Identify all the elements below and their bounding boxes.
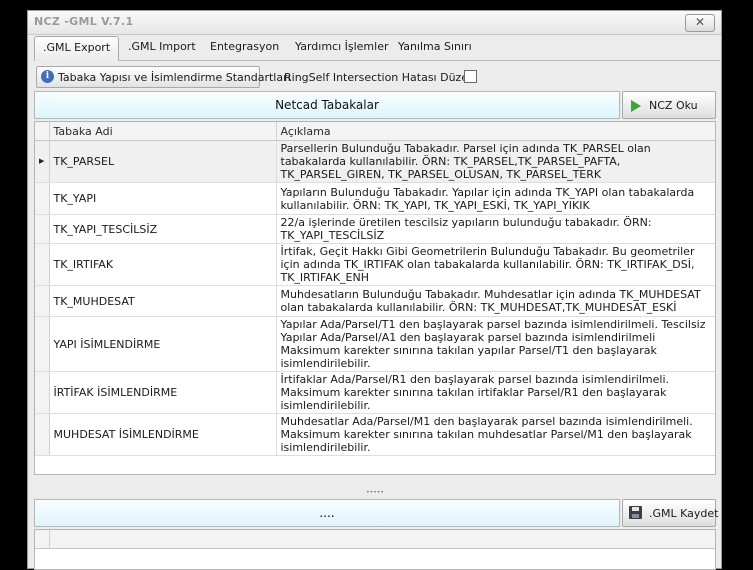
layers-grid[interactable]: Tabaka Adi Açıklama ▶ TK_PARSEL Parselle… bbox=[34, 121, 716, 475]
row-indicator bbox=[35, 243, 50, 286]
table-row[interactable]: İRTİFAK İSİMLENDİRME İrtifaklar Ada/Pars… bbox=[35, 371, 715, 414]
row-indicator bbox=[35, 413, 50, 456]
ringself-fix-checkbox[interactable] bbox=[464, 70, 477, 83]
tab-gml-export[interactable]: .GML Export bbox=[34, 36, 120, 61]
output-path-banner: .... bbox=[34, 499, 620, 527]
description-cell[interactable]: Yapıların Bulunduğu Tabakadır. Yapılar i… bbox=[276, 182, 715, 215]
layer-name-cell[interactable]: TK_IRTIFAK bbox=[49, 243, 277, 286]
layer-name-cell[interactable]: MUHDESAT İSİMLENDİRME bbox=[49, 413, 277, 456]
table-row[interactable]: TK_YAPI_TESCİLSİZ 22/a işlerinde üretile… bbox=[35, 214, 715, 244]
table-row[interactable]: YAPI İSİMLENDİRME Yapılar Ada/Parsel/T1 … bbox=[35, 316, 715, 372]
current-row-indicator: ▶ bbox=[35, 140, 50, 183]
description-cell[interactable]: 22/a işlerinde üretilen tescilsiz yapıla… bbox=[276, 214, 715, 244]
table-row[interactable]: TK_MUHDESAT Muhdesatların Bulunduğu Taba… bbox=[35, 285, 715, 317]
table-row[interactable]: TK_IRTIFAK İrtifak, Geçit Hakkı Gibi Geo… bbox=[35, 243, 715, 286]
row-indicator bbox=[35, 182, 50, 215]
description-cell[interactable]: Yapılar Ada/Parsel/T1 den başlayarak par… bbox=[276, 316, 715, 372]
table-row[interactable]: TK_YAPI Yapıların Bulunduğu Tabakadır. Y… bbox=[35, 182, 715, 215]
output-grid[interactable] bbox=[34, 529, 716, 570]
tab-entegrasyon[interactable]: Entegrasyon bbox=[202, 36, 287, 58]
play-icon bbox=[631, 100, 641, 112]
panel-splitter[interactable]: ••••• bbox=[34, 490, 716, 497]
output-grid-header bbox=[35, 530, 715, 549]
gml-save-label: .GML Kaydet bbox=[649, 507, 719, 520]
layer-name-cell[interactable]: İRTİFAK İSİMLENDİRME bbox=[49, 371, 277, 414]
tab-yanilma-siniri[interactable]: Yanılma Sınırı bbox=[390, 36, 480, 58]
description-cell[interactable]: Muhdesatlar Ada/Parsel/M1 den başlayarak… bbox=[276, 413, 715, 456]
table-row[interactable]: ▶ TK_PARSEL Parsellerin Bulunduğu Tabaka… bbox=[35, 140, 715, 183]
ringself-fix-label: RingSelf Intersection Hatası Düzelt bbox=[284, 71, 476, 84]
description-cell[interactable]: Parsellerin Bulunduğu Tabakadır. Parsel … bbox=[276, 140, 715, 183]
layer-name-cell[interactable]: TK_PARSEL bbox=[49, 140, 277, 183]
description-cell[interactable]: İrtifak, Geçit Hakkı Gibi Geometrilerin … bbox=[276, 243, 715, 286]
layer-name-cell[interactable]: TK_YAPI bbox=[49, 182, 277, 215]
close-button[interactable]: ✕ bbox=[685, 14, 715, 32]
column-header-description[interactable]: Açıklama bbox=[276, 122, 715, 141]
standards-info-label: Tabaka Yapısı ve İsimlendirme Standartla… bbox=[58, 71, 291, 84]
info-icon: i bbox=[41, 70, 54, 83]
row-indicator bbox=[35, 214, 50, 244]
ncz-read-button[interactable]: NCZ Oku bbox=[622, 91, 716, 119]
tab-strip: .GML Export .GML Import Entegrasyon Yard… bbox=[34, 36, 720, 61]
tab-gml-import[interactable]: .GML Import bbox=[120, 36, 204, 58]
save-icon bbox=[629, 506, 642, 519]
tab-yardimci-islemler[interactable]: Yardımcı İşlemler bbox=[287, 36, 397, 58]
row-indicator-header bbox=[35, 122, 50, 141]
layer-name-cell[interactable]: TK_MUHDESAT bbox=[49, 285, 277, 317]
column-header-layer-name[interactable]: Tabaka Adi bbox=[49, 122, 277, 141]
table-row[interactable]: MUHDESAT İSİMLENDİRME Muhdesatlar Ada/Pa… bbox=[35, 413, 715, 456]
layer-name-cell[interactable]: YAPI İSİMLENDİRME bbox=[49, 316, 277, 372]
description-cell[interactable]: İrtifaklar Ada/Parsel/R1 den başlayarak … bbox=[276, 371, 715, 414]
ncz-read-label: NCZ Oku bbox=[649, 99, 698, 112]
layer-name-cell[interactable]: TK_YAPI_TESCİLSİZ bbox=[49, 214, 277, 244]
standards-info-button[interactable]: i Tabaka Yapısı ve İsimlendirme Standart… bbox=[36, 66, 291, 88]
gml-save-button[interactable]: .GML Kaydet bbox=[622, 499, 719, 527]
window-title: NCZ -GML V.7.1 bbox=[34, 15, 134, 28]
output-row-indicator-header bbox=[35, 530, 50, 548]
title-bar[interactable]: NCZ -GML V.7.1 ✕ bbox=[28, 11, 721, 35]
description-cell[interactable]: Muhdesatların Bulunduğu Tabakadır. Muhde… bbox=[276, 285, 715, 317]
netcad-layers-banner: Netcad Tabakalar bbox=[34, 91, 620, 119]
row-indicator bbox=[35, 371, 50, 414]
main-window: NCZ -GML V.7.1 ✕ .GML Export .GML Import… bbox=[27, 10, 722, 570]
row-indicator bbox=[35, 316, 50, 372]
row-indicator bbox=[35, 285, 50, 317]
